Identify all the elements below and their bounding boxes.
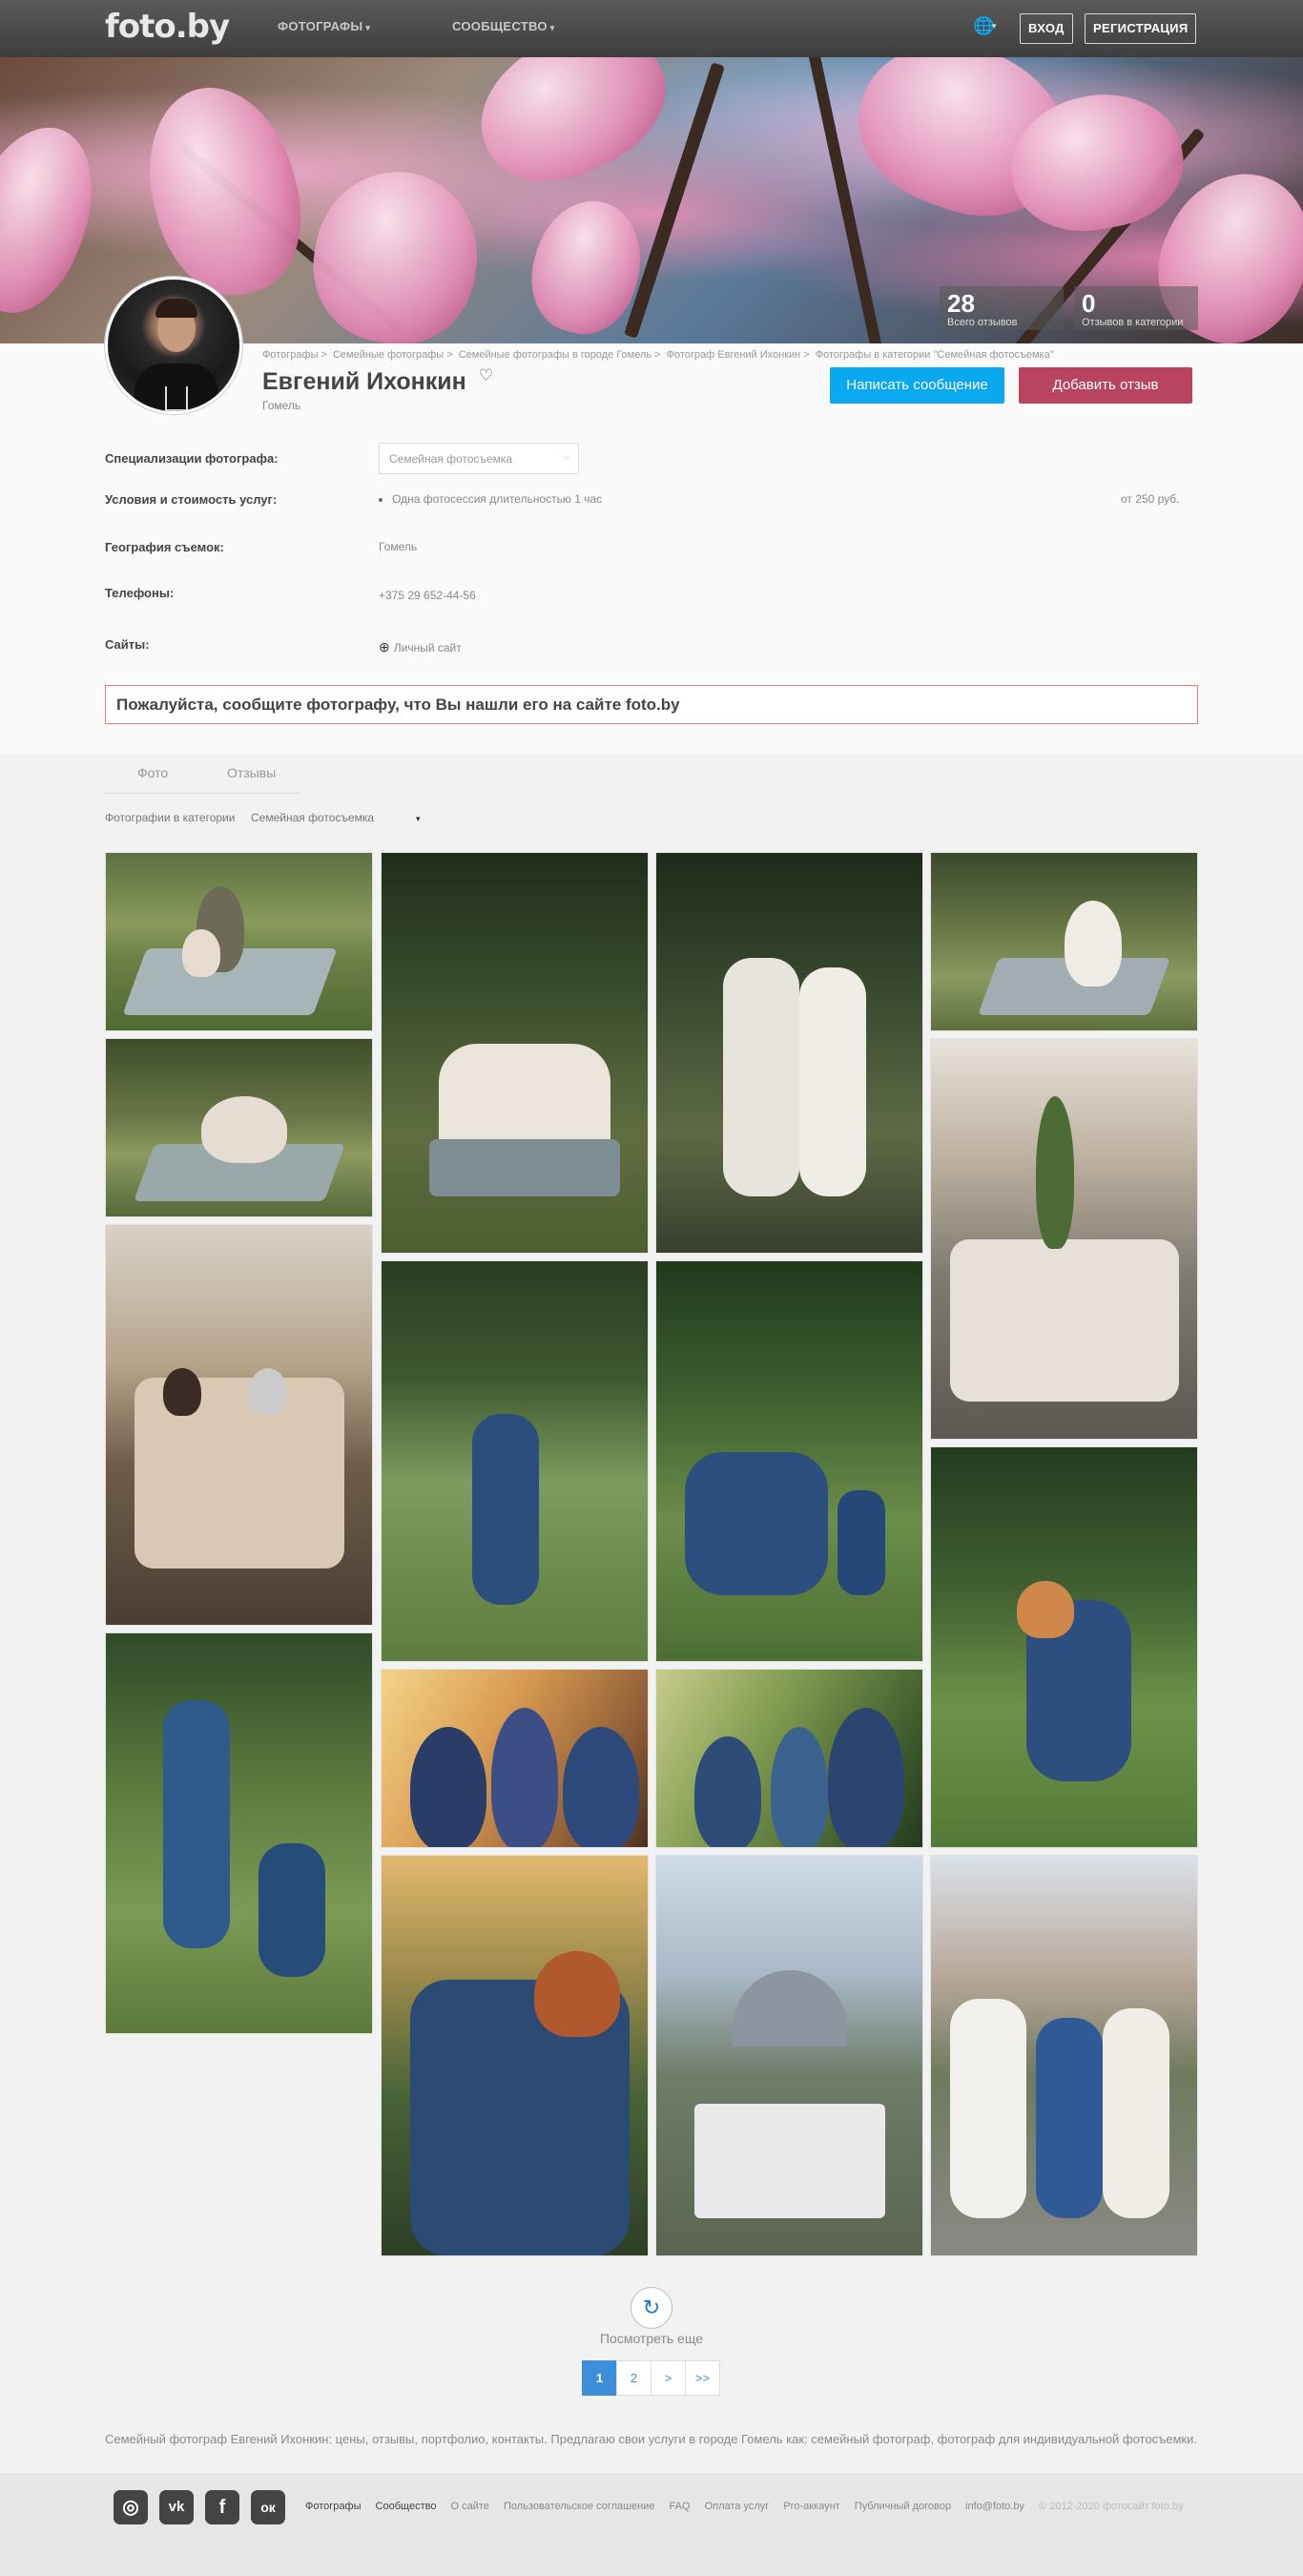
top-navbar: foto.by ФОТОГРАФЫ ▾ СООБЩЕСТВО ▾ 🌐 ▾ ВХОД … <box>0 0 1303 57</box>
specialization-label: Специализации фотографа: <box>105 451 279 466</box>
footer-link-faq[interactable]: FAQ <box>670 2501 691 2512</box>
service-item-text: Одна фотосессия длительностью 1 час <box>392 492 603 506</box>
odnoklassniki-icon[interactable]: ок <box>251 2490 285 2524</box>
vk-icon[interactable]: vk <box>159 2490 194 2524</box>
service-item: Одна фотосессия длительностью 1 час <box>379 492 602 506</box>
chevron-down-icon: ⌵ <box>563 451 570 462</box>
personal-site-link[interactable]: ⊕ Личный сайт <box>379 639 462 655</box>
gallery-photo[interactable] <box>655 1669 923 1848</box>
geo-value: Гомель <box>379 540 418 553</box>
nav-photographers-label: ФОТОГРАФЫ <box>278 19 363 33</box>
notice-banner: Пожалуйста, сообщите фотографу, что Вы н… <box>105 685 1198 724</box>
login-button[interactable]: ВХОД <box>1020 13 1073 44</box>
globe-icon: ⊕ <box>379 639 390 654</box>
tab-reviews[interactable]: Отзывы <box>227 765 276 780</box>
page-next[interactable]: > <box>651 2360 686 2396</box>
chevron-down-icon: ▾ <box>549 23 555 32</box>
breadcrumb-item[interactable]: Семейные фотографы <box>333 349 444 361</box>
phone-label: Телефоны: <box>105 586 175 600</box>
geo-label: География съемок: <box>105 540 224 554</box>
nav-community[interactable]: СООБЩЕСТВО ▾ <box>452 19 555 33</box>
gallery-photo[interactable] <box>105 1038 373 1217</box>
page-last[interactable]: >> <box>685 2360 720 2396</box>
gallery-photo[interactable] <box>105 1224 373 1626</box>
gallery-photo[interactable] <box>381 1855 649 2256</box>
specialization-value: Семейная фотосъемка <box>389 452 513 466</box>
breadcrumb-item[interactable]: Семейные фотографы в городе Гомель <box>459 349 652 361</box>
category-reviews-label: Отзывов в категории <box>1082 317 1184 328</box>
phone-value: +375 29 652-44-56 <box>379 589 476 602</box>
facebook-icon[interactable]: f <box>205 2490 239 2524</box>
specialization-select[interactable]: Семейная фотосъемка ⌵ <box>379 443 579 474</box>
category-reviews-stat: 0 Отзывов в категории <box>1074 286 1198 330</box>
register-button[interactable]: РЕГИСТРАЦИЯ <box>1085 13 1197 44</box>
load-more-link[interactable]: Посмотреть еще <box>591 2331 712 2346</box>
footer-link-about[interactable]: О сайте <box>451 2501 489 2512</box>
footer-link-community[interactable]: Сообщество <box>376 2501 437 2512</box>
gallery-photo[interactable] <box>655 1260 923 1662</box>
chevron-down-icon: ▾ <box>365 23 371 32</box>
gallery-photo[interactable] <box>930 1038 1198 1440</box>
gallery-photo[interactable] <box>381 852 649 1254</box>
gallery-photo[interactable] <box>930 1855 1198 2256</box>
gallery-photo[interactable] <box>655 852 923 1254</box>
chevron-down-icon: ▾ <box>992 21 997 31</box>
footer-link-contract[interactable]: Публичный договор <box>855 2501 951 2512</box>
photographer-city: Гомель <box>262 399 301 412</box>
nav-community-label: СООБЩЕСТВО <box>452 19 548 33</box>
service-price: от 250 руб. <box>1121 492 1180 506</box>
site-logo[interactable]: foto.by <box>105 8 230 46</box>
total-reviews-count: 28 <box>947 289 975 318</box>
sites-label: Сайты: <box>105 637 150 652</box>
footer-link-photographers[interactable]: Фотографы <box>305 2501 361 2512</box>
avatar[interactable] <box>105 277 242 414</box>
nav-photographers[interactable]: ФОТОГРАФЫ ▾ <box>278 19 370 33</box>
footer-link-email[interactable]: info@foto.by <box>965 2501 1024 2512</box>
page-2[interactable]: 2 <box>616 2360 652 2396</box>
footer-link-payment[interactable]: Оплата услуг <box>705 2501 770 2512</box>
breadcrumb-item[interactable]: Фотограф Евгений Ихонкин <box>667 349 801 361</box>
gallery-photo[interactable] <box>105 1632 373 2034</box>
refresh-icon[interactable]: ↻ <box>631 2287 672 2329</box>
photographer-name: Евгений Ихонкин <box>262 368 466 395</box>
gallery-photo[interactable] <box>930 1446 1198 1848</box>
heart-icon[interactable]: ♡ <box>479 366 493 385</box>
category-select[interactable]: Семейная фотосъемка <box>251 811 374 824</box>
page-1[interactable]: 1 <box>582 2360 617 2396</box>
total-reviews-label: Всего отзывов <box>947 317 1018 328</box>
footer <box>0 2473 1303 2576</box>
footer-link-terms[interactable]: Пользовательское соглашение <box>504 2501 654 2512</box>
gallery-photo[interactable] <box>381 1260 649 1662</box>
breadcrumb-current: Фотографы в категории "Семейная фотосъем… <box>815 349 1054 361</box>
gallery-photo[interactable] <box>655 1855 923 2256</box>
footer-link-pro[interactable]: Pro-аккаунт <box>783 2501 839 2512</box>
services-label: Условия и стоимость услуг: <box>105 492 278 507</box>
add-review-button[interactable]: Добавить отзыв <box>1019 367 1192 404</box>
category-reviews-count: 0 <box>1082 289 1096 318</box>
breadcrumb-item[interactable]: Фотографы <box>262 349 318 361</box>
breadcrumb: Фотографы > Семейные фотографы > Семейные … <box>262 349 1054 361</box>
gallery-photo[interactable] <box>930 852 1198 1031</box>
gallery-tabs: Фото Отзывы <box>105 754 300 794</box>
copyright: © 2012-2020 фотосайт foto.by <box>1039 2501 1184 2512</box>
tab-photo[interactable]: Фото <box>137 765 168 780</box>
instagram-icon[interactable]: ◎ <box>114 2490 148 2524</box>
gallery-photo[interactable] <box>381 1669 649 1848</box>
write-message-button[interactable]: Написать сообщение <box>830 367 1004 404</box>
pagination: 1 2 > >> <box>582 2360 720 2396</box>
category-label: Фотографии в категории <box>105 811 236 824</box>
personal-site-label: Личный сайт <box>393 641 462 654</box>
chevron-down-icon[interactable]: ▾ <box>416 814 421 824</box>
total-reviews-stat: 28 Всего отзывов <box>940 286 1064 330</box>
seo-text: Семейный фотограф Евгений Ихонкин: цены,… <box>105 2432 1197 2446</box>
footer-links: Фотографы Сообщество О сайте Пользовател… <box>305 2501 1184 2512</box>
gallery-photo[interactable] <box>105 852 373 1031</box>
